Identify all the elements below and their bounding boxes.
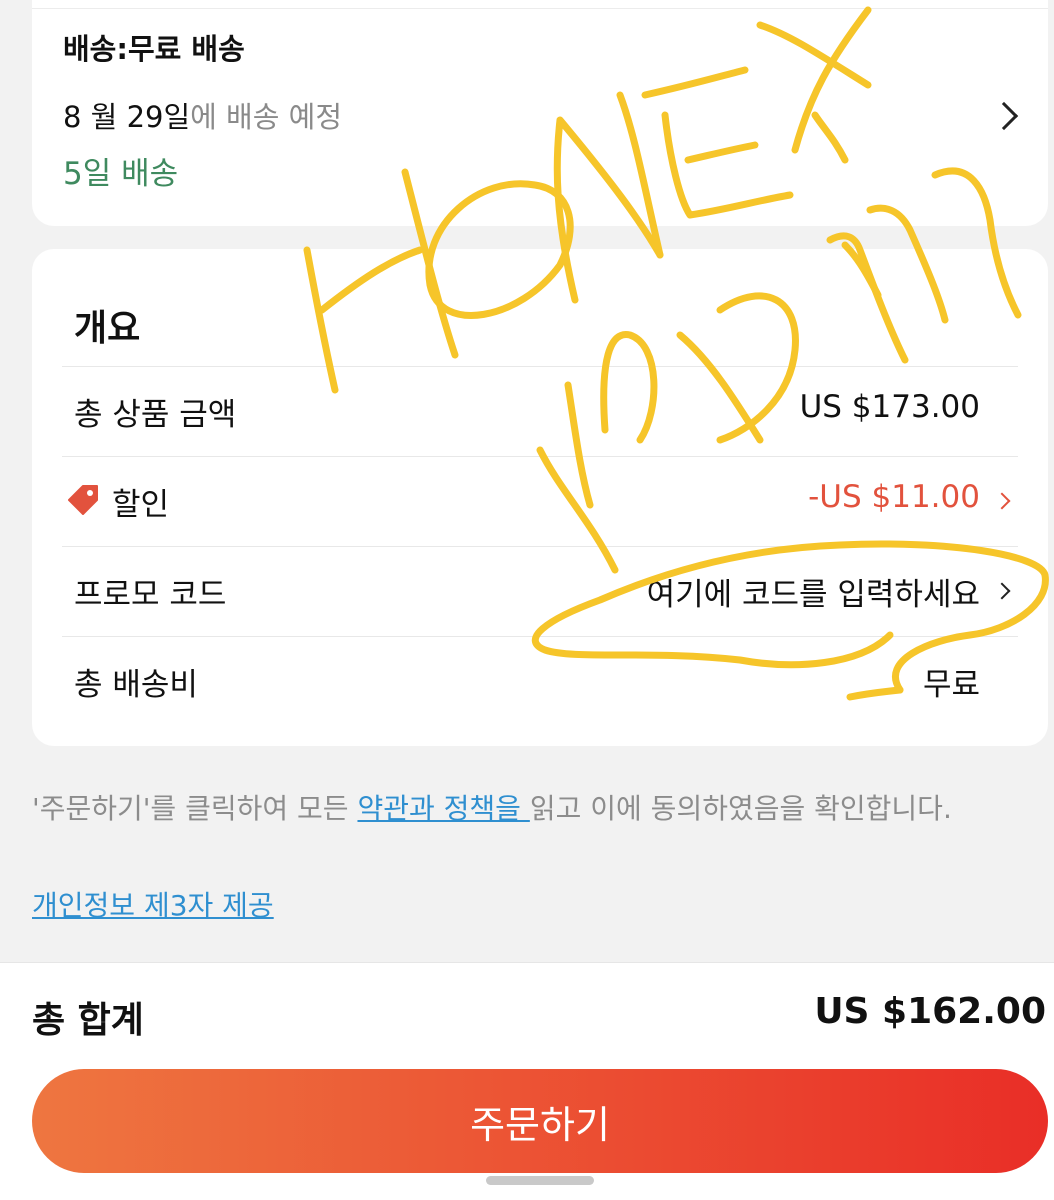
price-tag-icon [68,485,98,515]
shipping-title: 배송:무료 배송 [63,32,245,66]
shipping-card[interactable]: 배송:무료 배송 8 월 29일에 배송 예정 5일 배송 [32,0,1048,226]
subtotal-row: 총 상품 금액 US $173.00 [62,366,1018,457]
promo-code-label: 프로모 코드 [74,577,227,613]
chevron-right-icon [993,492,1011,510]
chevron-right-icon[interactable] [989,101,1019,131]
summary-title: 개요 [74,308,141,349]
chevron-right-icon [993,582,1011,600]
promo-code-input[interactable]: 여기에 코드를 입력하세요 [647,569,980,614]
delivery-date: 8 월 29일에 배송 예정 [63,94,342,136]
summary-card: 개요 총 상품 금액 US $173.00 할인 -US $11.00 프로모 … [32,249,1048,746]
subtotal-value: US $173.00 [799,389,980,425]
delivery-date-suffix: 에 배송 예정 [190,100,342,134]
checkout-bar: 총 합계 US $162.00 주문하기 [0,962,1054,1200]
place-order-button[interactable]: 주문하기 [32,1069,1048,1173]
terms-notice-suffix: 읽고 이에 동의하였음을 확인합니다. [529,792,952,825]
delivery-days: 5일 배송 [63,156,179,192]
total-label: 총 합계 [32,1000,144,1041]
discount-row[interactable]: 할인 -US $11.00 [62,456,1018,547]
privacy-third-party-link[interactable]: 개인정보 제3자 제공 [32,884,274,924]
terms-notice: '주문하기'를 클릭하여 모든 약관과 정책을 읽고 이에 동의하였음을 확인합… [32,782,1022,835]
shipping-fee-value: 무료 [922,667,980,703]
terms-link[interactable]: 약관과 정책을 [357,792,529,825]
total-value: US $162.00 [814,991,1046,1032]
promo-code-row[interactable]: 프로모 코드 여기에 코드를 입력하세요 [62,546,1018,637]
discount-label: 할인 [112,487,170,523]
shipping-fee-row: 총 배송비 무료 [62,636,1018,727]
subtotal-label: 총 상품 금액 [74,397,237,433]
divider [32,8,1048,9]
home-indicator [486,1176,594,1185]
discount-value: -US $11.00 [808,479,980,515]
shipping-fee-label: 총 배송비 [74,667,198,703]
delivery-date-value: 8 월 29일 [63,100,191,134]
terms-notice-prefix: '주문하기'를 클릭하여 모든 [32,792,358,825]
